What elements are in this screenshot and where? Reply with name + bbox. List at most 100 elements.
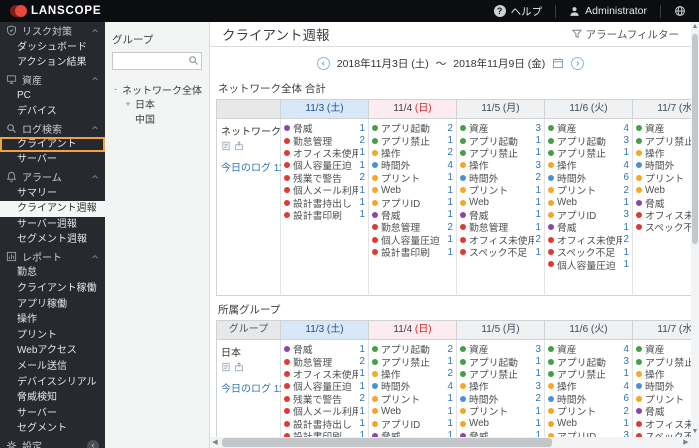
sidebar-item[interactable]: クライアント週報 — [0, 201, 105, 217]
alarm-item[interactable]: スペック不足1 — [548, 246, 629, 258]
alarm-item[interactable]: アプリID1 — [372, 417, 453, 429]
alarm-item[interactable]: 脅威1 — [284, 343, 365, 355]
scroll-left-button[interactable]: ◀ — [210, 437, 220, 448]
sidebar-item[interactable]: 勤怠 — [0, 265, 105, 281]
alarm-item[interactable]: 個人容量圧迫1 — [284, 159, 365, 171]
sidebar-item[interactable]: アプリ稼働 — [0, 297, 105, 313]
alarm-item[interactable]: スペック不足1 — [460, 246, 541, 258]
sidebar-item[interactable]: セグメント週報 — [0, 232, 105, 248]
sidebar-item[interactable]: 脅威検知 — [0, 390, 105, 406]
alarm-item[interactable]: 勤怠管理2 — [372, 221, 453, 233]
alarm-item[interactable]: 時間外 — [636, 159, 691, 171]
alarm-item[interactable]: 資産4 — [548, 343, 629, 355]
alarm-item[interactable]: Web1 — [372, 405, 453, 417]
tree-expander-icon[interactable]: - — [112, 84, 119, 94]
sidebar-item[interactable]: アクション結果 — [0, 55, 105, 71]
alarm-item[interactable]: 個人容量圧迫1 — [548, 258, 629, 270]
alarm-item[interactable]: 勤怠管理2 — [284, 134, 365, 146]
alarm-item[interactable]: アプリ起動1 — [460, 134, 541, 146]
alarm-item[interactable]: アプリ起動2 — [372, 343, 453, 355]
alarm-item[interactable]: 操作4 — [548, 380, 629, 392]
alarm-item[interactable]: オフィス未使用 — [636, 209, 691, 221]
date-header-cell[interactable]: 11/3 (土) — [281, 321, 369, 340]
sidebar-item[interactable]: クライアント稼働 — [0, 281, 105, 297]
alarm-item[interactable]: 時間外 — [636, 380, 691, 392]
sidebar-item[interactable]: ダッシュボード — [0, 40, 105, 56]
date-header-cell[interactable]: 11/6 (火) — [545, 321, 633, 340]
sidebar-item[interactable]: セグメント — [0, 421, 105, 437]
alarm-item[interactable]: アプリ起動2 — [372, 122, 453, 134]
tree-node[interactable]: +日本 — [112, 97, 202, 112]
vertical-scrollbar[interactable]: ▲ ▼ — [691, 22, 699, 437]
alarm-item[interactable]: 時間外4 — [372, 159, 453, 171]
alarm-item[interactable]: プリント2 — [548, 405, 629, 417]
alarm-item[interactable]: 資産3 — [460, 122, 541, 134]
alarm-item[interactable]: スペック不足 — [636, 221, 691, 233]
alarm-item[interactable]: 操作2 — [372, 147, 453, 159]
language-globe-button[interactable] — [661, 0, 699, 22]
alarm-item[interactable]: オフィス未使用1 — [284, 368, 365, 380]
alarm-item[interactable]: オフィス未使用 — [636, 417, 691, 429]
alarm-item[interactable]: 設計書持出し1 — [284, 417, 365, 429]
horizontal-scroll-thumb[interactable] — [222, 438, 552, 447]
alarm-item[interactable]: 個人メール利用1 — [284, 405, 365, 417]
alarm-item[interactable]: アプリID3 — [548, 430, 629, 437]
sidebar-item[interactable]: サマリー — [0, 186, 105, 202]
help-button[interactable]: ? ヘルプ — [481, 0, 556, 22]
alarm-item[interactable]: 資産4 — [548, 122, 629, 134]
alarm-item[interactable]: 操作2 — [372, 368, 453, 380]
sidebar-section-assets[interactable]: 資産 — [0, 71, 105, 89]
sidebar-section-report[interactable]: レポート — [0, 248, 105, 266]
alarm-item[interactable]: 時間外6 — [548, 172, 629, 184]
sidebar-item[interactable]: サーバー — [0, 406, 105, 422]
alarm-item[interactable]: 操作3 — [460, 159, 541, 171]
tree-node[interactable]: 中国 — [112, 111, 202, 126]
next-week-button[interactable]: › — [571, 57, 584, 70]
alarm-item[interactable]: 脅威1 — [460, 209, 541, 221]
alarm-item[interactable]: 脅威1 — [284, 122, 365, 134]
alarm-item[interactable]: 個人メール利用1 — [284, 184, 365, 196]
alarm-item[interactable]: 個人容量圧迫1 — [372, 234, 453, 246]
alarm-item[interactable]: 設計書持出し1 — [284, 196, 365, 208]
alarm-item[interactable]: アプリ禁止 — [636, 355, 691, 367]
alarm-item[interactable]: 脅威1 — [460, 430, 541, 437]
date-header-cell[interactable]: 11/7 (水) — [633, 321, 691, 340]
sidebar-item[interactable]: メール送信 — [0, 359, 105, 375]
alarm-item[interactable]: Web1 — [372, 184, 453, 196]
scroll-down-button[interactable]: ▼ — [691, 427, 699, 437]
tree-node[interactable]: -ネットワーク全体 — [112, 82, 202, 97]
alarm-item[interactable]: アプリ禁止1 — [372, 134, 453, 146]
date-header-cell[interactable]: 11/6 (火) — [545, 100, 633, 119]
alarm-item[interactable]: アプリ禁止1 — [548, 147, 629, 159]
user-menu-button[interactable]: Administrator — [556, 0, 660, 22]
alarm-item[interactable]: プリント1 — [372, 172, 453, 184]
sidebar-collapse-button[interactable]: ‹ — [87, 440, 99, 448]
alarm-item[interactable]: アプリ起動3 — [548, 134, 629, 146]
alarm-item[interactable]: アプリ禁止1 — [548, 368, 629, 380]
alarm-item[interactable]: アプリ禁止1 — [460, 147, 541, 159]
date-header-cell[interactable]: 11/5 (月) — [457, 321, 545, 340]
alarm-item[interactable]: 勤怠管理1 — [460, 221, 541, 233]
alarm-item[interactable]: 脅威1 — [548, 221, 629, 233]
sidebar-item[interactable]: Webアクセス — [0, 343, 105, 359]
calendar-icon[interactable] — [552, 57, 564, 69]
alarm-item[interactable]: 時間外6 — [548, 393, 629, 405]
alarm-item[interactable]: 操作3 — [460, 380, 541, 392]
alarm-item[interactable]: 資産 — [636, 122, 691, 134]
alarm-item[interactable]: 残業で警告2 — [284, 393, 365, 405]
alarm-item[interactable]: アプリ起動3 — [548, 355, 629, 367]
alarm-item[interactable]: 資産3 — [460, 343, 541, 355]
alarm-item[interactable]: 時間外4 — [372, 380, 453, 392]
alarm-item[interactable]: オフィス未使用2 — [548, 234, 629, 246]
alarm-item[interactable]: 資産 — [636, 343, 691, 355]
alarm-item[interactable]: 時間外2 — [460, 172, 541, 184]
alarm-item[interactable]: アプリID1 — [372, 196, 453, 208]
alarm-item[interactable]: プリント — [636, 393, 691, 405]
alarm-item[interactable]: 脅威1 — [372, 209, 453, 221]
alarm-item[interactable]: プリント1 — [372, 393, 453, 405]
alarm-item[interactable]: 時間外2 — [460, 393, 541, 405]
sidebar-item[interactable]: PC — [0, 88, 105, 104]
alarm-item[interactable]: 勤怠管理2 — [284, 355, 365, 367]
date-header-cell[interactable]: 11/4 (日) — [369, 321, 457, 340]
alarm-item[interactable]: Web1 — [460, 417, 541, 429]
